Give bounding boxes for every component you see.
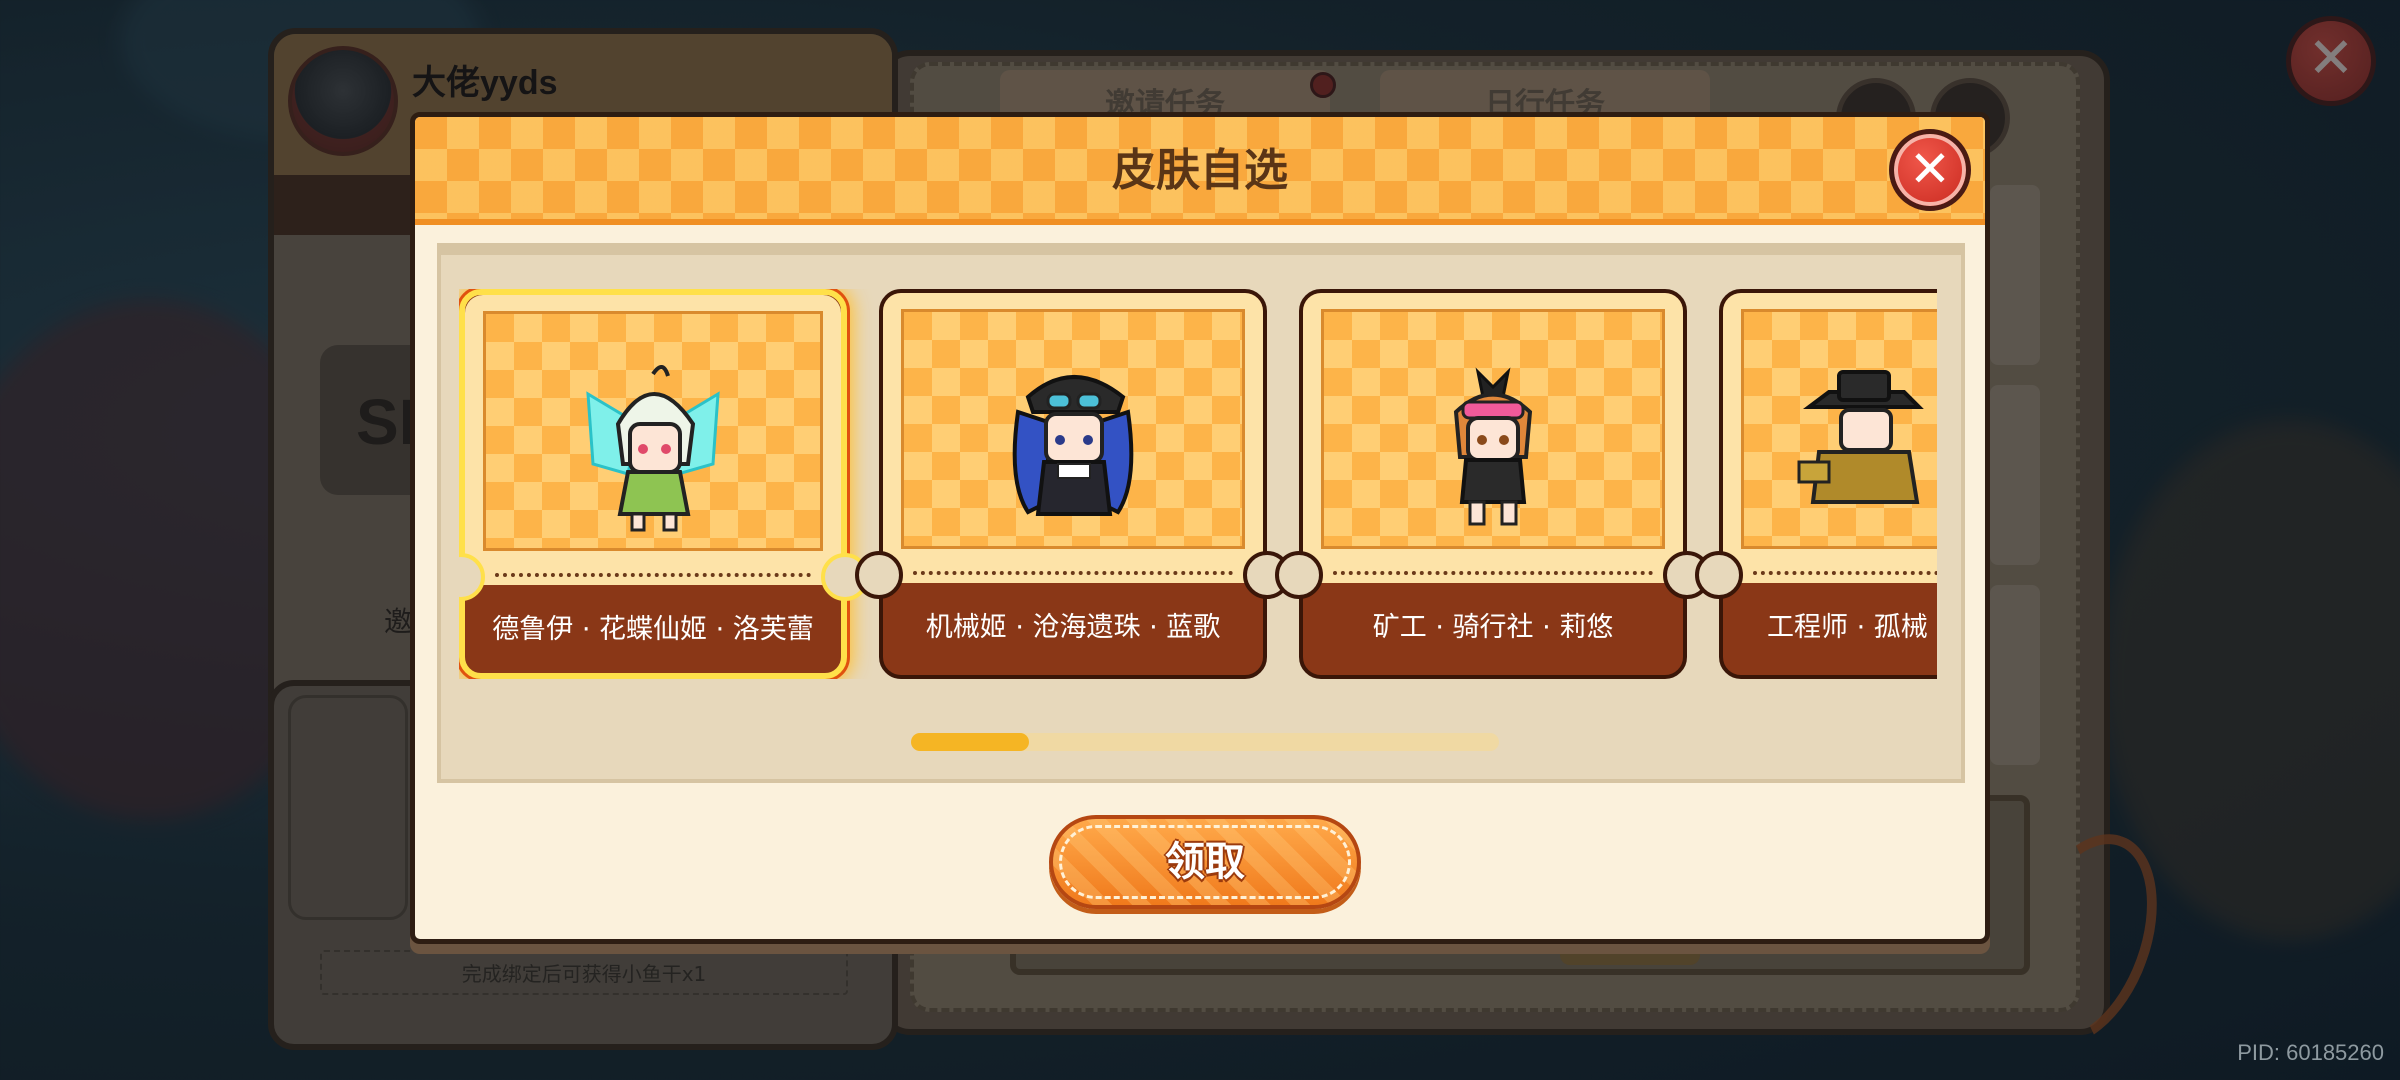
skin-card-label: 德鲁伊 · 花蝶仙姬 · 洛芙蕾 [492,614,814,645]
fairy-character-sprite [586,365,720,532]
skin-card[interactable]: 工程师 · 孤械 [1695,289,1937,679]
card-notch [855,551,903,599]
card-divider [1333,571,1653,575]
skin-card-top [465,295,841,585]
engineer-character-sprite [1797,370,1924,504]
dialog-close-button[interactable]: ✕ [1889,129,1971,211]
card-divider [1753,571,1937,575]
skin-card[interactable]: 机械姬 · 沧海遗珠 · 蓝歌 [855,289,1291,679]
skin-card-label: 机械姬 · 沧海遗珠 · 蓝歌 [925,612,1221,643]
skin-card[interactable]: 德鲁伊 · 花蝶仙姬 · 洛芙蕾 [459,289,869,679]
carousel-scrollbar[interactable] [911,733,1499,751]
miner-character-sprite [1453,367,1533,526]
skin-card-art [1321,309,1665,549]
claim-button-label: 领取 [1165,839,1245,885]
player-id: PID: 60185260 [2237,1040,2384,1065]
card-divider [495,573,811,577]
card-divider [913,571,1233,575]
captain-character-sprite [1012,375,1134,516]
skin-card-art [901,309,1245,549]
skin-card-art [1741,309,1937,549]
skin-select-dialog: 皮肤自选 ✕ 德鲁伊 · 花蝶仙姬 · 洛芙蕾 机械姬 · 沧海遗珠 · 蓝歌 … [410,112,1990,944]
skin-card-top [1303,293,1683,583]
skin-card-label: 矿工 · 骑行社 · 莉悠 [1372,612,1614,643]
skin-card-top [1723,293,1937,583]
card-notch [1695,551,1743,599]
skin-carousel[interactable]: 德鲁伊 · 花蝶仙姬 · 洛芙蕾 机械姬 · 沧海遗珠 · 蓝歌 矿工 · 骑行… [459,289,1937,679]
skin-card[interactable]: 矿工 · 骑行社 · 莉悠 [1275,289,1711,679]
card-notch [1275,551,1323,599]
skin-card-top [883,293,1263,583]
carousel-scroll-thumb[interactable] [911,733,1029,751]
claim-button[interactable]: 领取 [1049,815,1361,909]
skin-card-art [483,311,823,551]
dialog-title: 皮肤自选 [1112,145,1288,196]
skin-card-label: 工程师 · 孤械 [1767,612,1928,643]
